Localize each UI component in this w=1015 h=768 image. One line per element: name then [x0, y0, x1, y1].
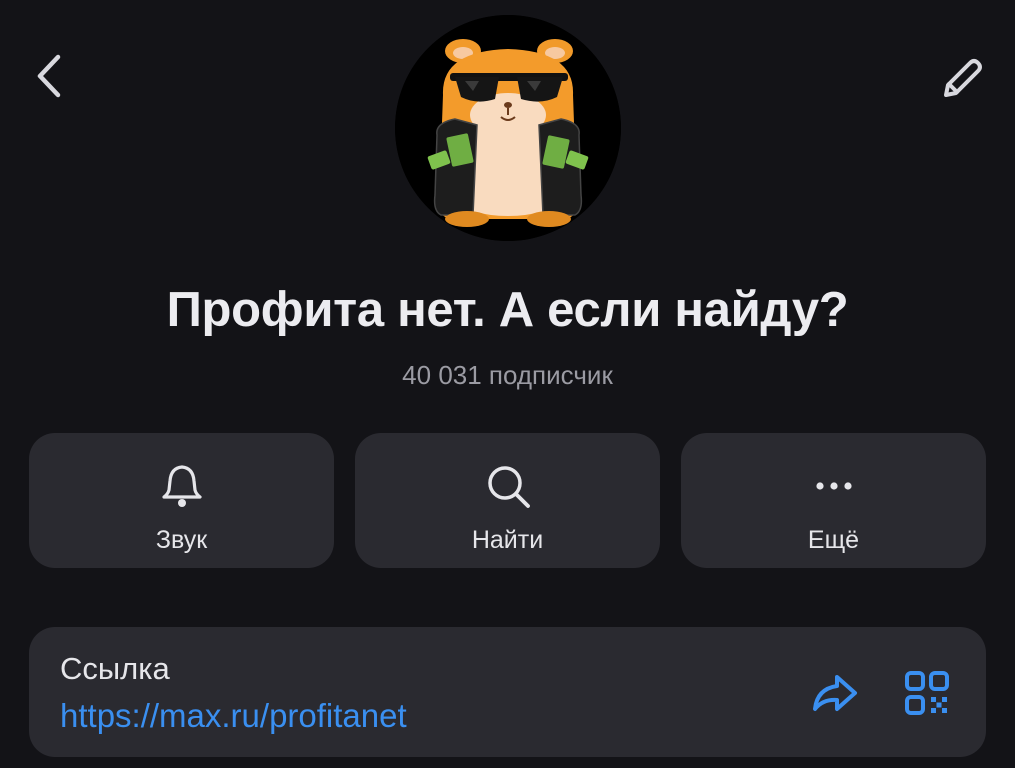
subscriber-count: 40 031 подписчик — [402, 360, 613, 390]
channel-profile-screen: Профита нет. А если найду? 40 031 подпис… — [0, 0, 1015, 768]
channel-link[interactable]: https://max.ru/profitanet — [60, 697, 407, 735]
channel-avatar[interactable] — [395, 15, 621, 241]
edit-button[interactable] — [933, 50, 989, 106]
channel-title: Профита нет. А если найду? — [166, 283, 849, 337]
sound-button-label: Звук — [155, 526, 208, 554]
link-label: Ссылка — [60, 651, 170, 686]
more-dots-icon — [806, 458, 862, 514]
action-buttons-row: Звук Найти Ещё — [29, 433, 986, 568]
bell-icon — [154, 458, 210, 514]
hamster-sunglasses-avatar — [395, 15, 621, 241]
share-button[interactable] — [807, 665, 863, 721]
back-button[interactable] — [26, 50, 72, 102]
search-button[interactable]: Найти — [355, 433, 660, 568]
more-button-label: Ещё — [807, 526, 860, 554]
qr-code-icon — [905, 671, 949, 715]
qr-code-button[interactable] — [899, 665, 955, 721]
share-arrow-icon — [813, 675, 857, 711]
chevron-left-icon — [37, 54, 61, 98]
search-button-label: Найти — [471, 526, 544, 554]
search-icon — [480, 458, 536, 514]
sound-button[interactable]: Звук — [29, 433, 334, 568]
more-button[interactable]: Ещё — [681, 433, 986, 568]
pencil-icon — [944, 59, 982, 97]
link-card: Ссылка https://max.ru/profitanet — [29, 627, 986, 757]
